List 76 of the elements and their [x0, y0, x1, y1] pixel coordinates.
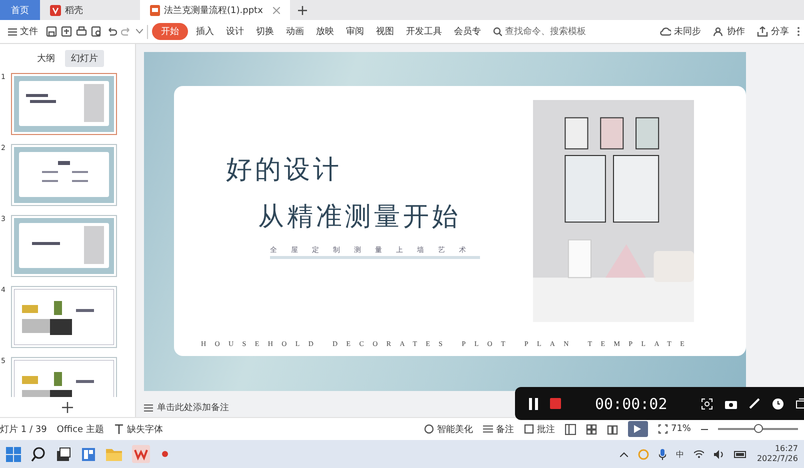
start-icon[interactable] [6, 446, 21, 462]
ribbon-tab[interactable]: 设计 [222, 23, 248, 40]
ribbon-tab[interactable]: 会员专 [450, 23, 485, 40]
pen-icon[interactable] [749, 398, 760, 409]
office-app-icon[interactable] [132, 445, 150, 463]
input-method-indicator[interactable]: 中 [676, 448, 684, 460]
beautify-button[interactable]: 智能美化 [424, 422, 473, 436]
share-icon [757, 26, 768, 37]
clock-date: 2022/7/26 [756, 454, 798, 464]
slide-counter: 灯片 1 / 39 [0, 424, 47, 436]
print-icon[interactable] [76, 26, 87, 37]
play-button[interactable] [628, 421, 648, 437]
search-icon[interactable] [31, 446, 46, 462]
font-icon [114, 424, 124, 434]
people-icon [713, 26, 724, 37]
reading-view-icon[interactable] [606, 424, 618, 434]
plus-icon[interactable] [62, 402, 73, 412]
save-icon[interactable] [46, 26, 57, 37]
notes-button[interactable]: 备注 [482, 422, 514, 436]
ribbon-tab[interactable]: 开发工具 [402, 23, 446, 40]
recording-timer: 00:00:02 [594, 394, 668, 412]
plus-icon[interactable] [298, 6, 307, 14]
sidebar-tab[interactable]: 幻灯片 [65, 50, 104, 67]
toolbar-action-button[interactable]: 分享 [753, 23, 793, 40]
fit-icon [658, 424, 668, 434]
zoom-slider-thumb[interactable] [754, 424, 763, 433]
slide-subtitle: 从精准测量开始 [258, 201, 462, 234]
volume-icon[interactable] [714, 450, 724, 458]
ribbon-tab[interactable]: 插入 [192, 23, 218, 40]
task-view-icon[interactable] [56, 446, 71, 462]
close-icon[interactable] [273, 6, 280, 14]
timer-icon[interactable] [772, 398, 784, 410]
ribbon-tab[interactable]: 放映 [312, 23, 338, 40]
zoom-button[interactable]: 71% [658, 424, 691, 434]
widgets-icon[interactable] [81, 446, 96, 462]
slide-title: 好的设计 [226, 154, 343, 187]
comments-button[interactable]: 批注 [524, 422, 555, 436]
search-field[interactable]: 查找命令、搜索模板 [489, 23, 590, 40]
toolbar-action-button[interactable]: 协作 [709, 23, 749, 40]
browser-tab[interactable]: 稻壳 [40, 0, 140, 20]
search-icon [493, 27, 502, 36]
notes-icon [144, 404, 153, 412]
toolbar-action-button[interactable]: 未同步 [656, 23, 705, 40]
zoom-out-icon[interactable] [701, 428, 708, 430]
theme-label: Office 主题 [56, 424, 104, 436]
notes-icon [482, 425, 493, 433]
grid-view-icon[interactable] [586, 424, 597, 434]
sidebar-tab[interactable]: 大纲 [31, 50, 61, 67]
menu-icon [8, 28, 17, 36]
browser-tab[interactable]: 首页 [0, 0, 40, 20]
missing-fonts-button[interactable]: 缺失字体 [114, 422, 163, 436]
normal-view-icon[interactable] [564, 424, 576, 434]
presentation-file-icon [150, 4, 160, 16]
pause-icon[interactable] [529, 398, 538, 410]
screenshot-icon[interactable] [701, 398, 714, 410]
microphone-icon[interactable] [658, 448, 666, 460]
ribbon-tab[interactable]: 审阅 [342, 23, 368, 40]
dropdown-icon[interactable] [136, 29, 143, 34]
browser-tab[interactable]: 法兰克测量流程(1).pptx [140, 0, 290, 20]
clock-time: 16:27 [774, 444, 798, 454]
ribbon-tab[interactable]: 动画 [282, 23, 308, 40]
undo-icon[interactable] [106, 26, 117, 37]
app-logo-icon [50, 4, 61, 16]
more-icon[interactable] [797, 26, 800, 37]
ribbon-tab[interactable]: 切换 [252, 23, 278, 40]
ribbon-tab[interactable]: 开始 [152, 23, 188, 40]
preview-icon[interactable] [91, 26, 102, 37]
recorder-app-icon[interactable] [160, 449, 170, 459]
file-menu[interactable]: 文件 [4, 23, 42, 40]
battery-icon[interactable] [734, 450, 747, 458]
camera-icon[interactable] [725, 398, 738, 408]
wifi-icon[interactable] [694, 450, 704, 458]
play-icon [634, 425, 642, 433]
ribbon-tab[interactable]: 视图 [372, 23, 398, 40]
chevron-up-icon[interactable] [620, 452, 628, 456]
cloud-icon [660, 26, 671, 37]
